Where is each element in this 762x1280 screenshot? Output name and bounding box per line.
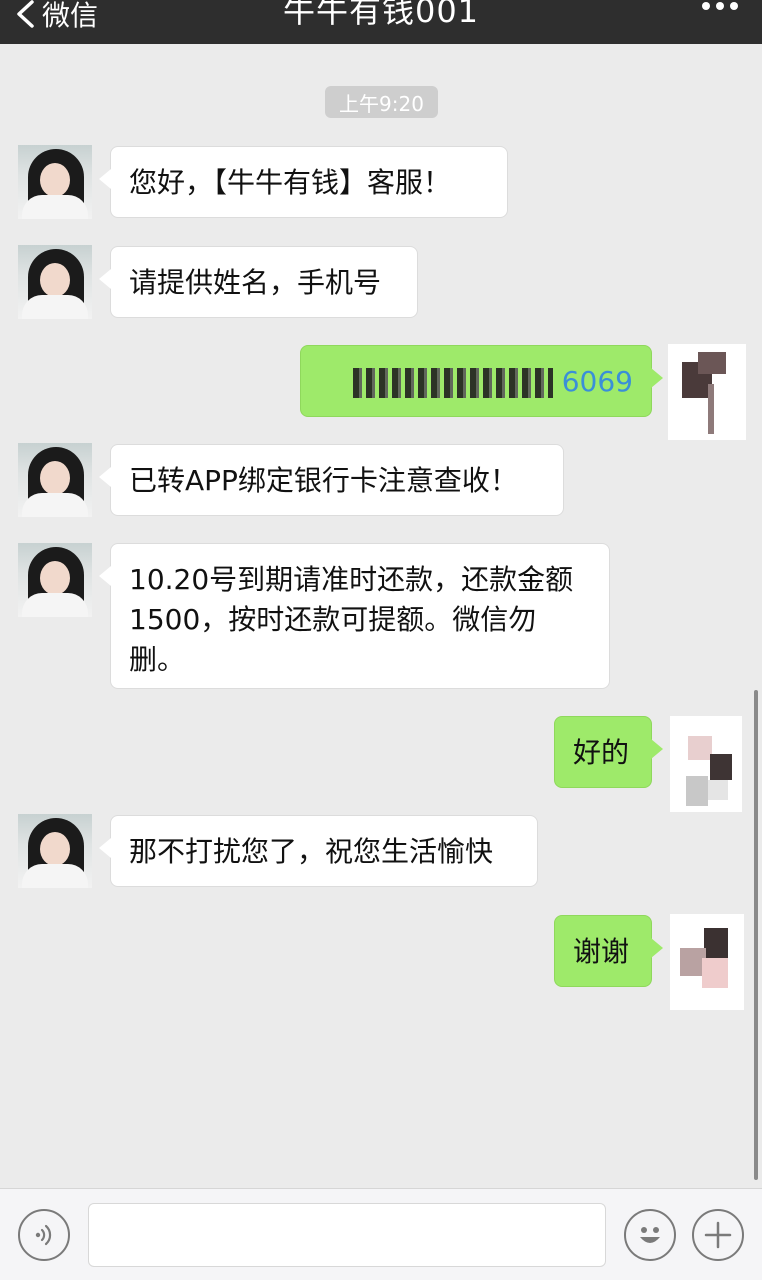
contact-avatar[interactable]	[18, 245, 92, 319]
plus-icon	[704, 1221, 732, 1249]
contact-avatar[interactable]	[18, 543, 92, 617]
message-text: 您好，【牛牛有钱】客服！	[129, 166, 452, 199]
message-text: 请提供姓名，手机号	[129, 266, 382, 299]
message-text: 10.20号到期请准时还款，还款金额1500，按时还款可提额。微信勿删。	[129, 563, 574, 676]
incoming-message-bubble[interactable]: 请提供姓名，手机号	[99, 246, 418, 318]
outgoing-message-bubble[interactable]: 谢谢	[554, 915, 663, 987]
more-options-button[interactable]	[702, 2, 738, 10]
emoji-icon	[640, 1227, 660, 1243]
message-text-input[interactable]	[88, 1203, 606, 1267]
user-avatar[interactable]	[670, 914, 744, 1010]
incoming-message-bubble[interactable]: 那不打扰您了，祝您生活愉快	[99, 815, 538, 887]
message-text: 谢谢	[573, 935, 630, 968]
incoming-message-bubble[interactable]: 您好，【牛牛有钱】客服！	[99, 146, 508, 218]
user-avatar[interactable]	[668, 344, 746, 440]
redacted-content	[352, 368, 553, 398]
outgoing-message-bubble[interactable]: 6069	[300, 345, 663, 417]
message-text: 那不打扰您了，祝您生活愉快	[129, 835, 494, 868]
contact-avatar[interactable]	[18, 443, 92, 517]
message-timestamp: 上午9:20	[325, 86, 438, 118]
more-dot-icon	[730, 2, 738, 10]
outgoing-message-bubble[interactable]: 好的	[554, 716, 663, 788]
plus-button[interactable]	[692, 1209, 744, 1261]
message-input-bar	[0, 1188, 762, 1280]
more-dot-icon	[702, 2, 710, 10]
message-text: 6069	[561, 365, 633, 398]
message-text: 好的	[573, 736, 630, 769]
incoming-message-bubble[interactable]: 已转APP绑定银行卡注意查收！	[99, 444, 564, 516]
voice-button[interactable]	[18, 1209, 70, 1261]
more-dot-icon	[716, 2, 724, 10]
contact-avatar[interactable]	[18, 145, 92, 219]
user-avatar[interactable]	[670, 716, 742, 812]
emoji-button[interactable]	[624, 1209, 676, 1261]
contact-avatar[interactable]	[18, 814, 92, 888]
message-text: 已转APP绑定银行卡注意查收！	[129, 464, 518, 497]
chat-title: 牛牛有钱001	[282, 0, 480, 30]
incoming-message-bubble[interactable]: 10.20号到期请准时还款，还款金额1500，按时还款可提额。微信勿删。	[99, 543, 610, 689]
navbar: 微信 牛牛有钱001	[0, 0, 762, 44]
chat-scrollbar[interactable]	[754, 690, 758, 1180]
voice-icon	[35, 1224, 52, 1246]
